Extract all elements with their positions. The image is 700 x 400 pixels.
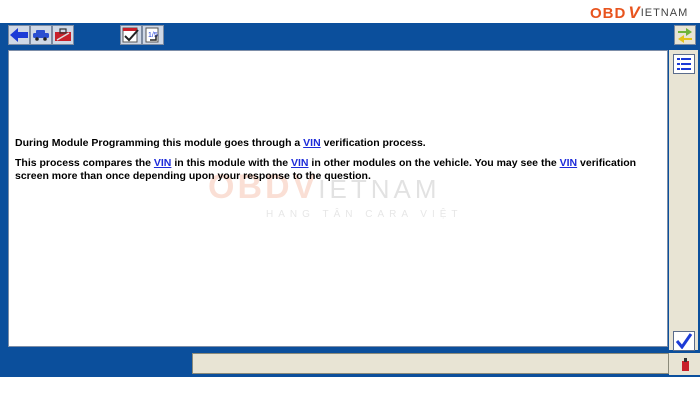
swap-button[interactable]: [674, 25, 696, 45]
toolbox-button[interactable]: [52, 25, 74, 45]
vin-link[interactable]: VIN: [291, 157, 309, 169]
brand-logo: OBD V IETNAM: [590, 3, 688, 23]
list-button[interactable]: [673, 54, 695, 74]
logo-v: V: [628, 3, 640, 22]
page-flip-button[interactable]: 1/5: [142, 25, 164, 45]
back-button[interactable]: [8, 25, 30, 45]
status-bar-left: [0, 353, 190, 375]
vin-link[interactable]: VIN: [560, 157, 578, 169]
vcm-cable-icon: [682, 358, 689, 371]
swap-arrows-icon: [678, 28, 692, 43]
right-sidebar: [669, 50, 698, 350]
vin-link[interactable]: VIN: [303, 137, 321, 149]
logo-obd: OBD: [590, 4, 627, 22]
text-fragment: This process compares the: [15, 157, 154, 169]
vin-link[interactable]: VIN: [154, 157, 172, 169]
vin-intro-text: During Module Programming this module go…: [15, 137, 665, 150]
checkmark-icon: [675, 333, 693, 349]
checklist-button[interactable]: [120, 25, 142, 45]
list-icon: [677, 58, 691, 70]
status-bar-message: [192, 353, 669, 374]
bottom-margin: [0, 377, 700, 400]
text-fragment: in this module with the: [171, 157, 291, 169]
vehicle-button[interactable]: [30, 25, 52, 45]
vin-compare-text: This process compares the VIN in this mo…: [15, 157, 665, 183]
content-panel: [8, 50, 668, 347]
back-arrow-icon: [10, 28, 28, 42]
toolbar: [0, 23, 700, 48]
toolbox-icon: [55, 28, 71, 41]
confirm-button[interactable]: [673, 331, 695, 351]
status-bar-end: [669, 353, 700, 375]
logo-rest: IETNAM: [640, 7, 689, 19]
text-fragment: in other modules on the vehicle. You may…: [308, 157, 560, 169]
page-flip-icon: 1/5: [145, 27, 159, 43]
checklist-icon: [122, 27, 139, 43]
vehicle-icon: [33, 30, 49, 41]
text-fragment: verification process.: [320, 137, 426, 149]
text-fragment: During Module Programming this module go…: [15, 137, 304, 149]
